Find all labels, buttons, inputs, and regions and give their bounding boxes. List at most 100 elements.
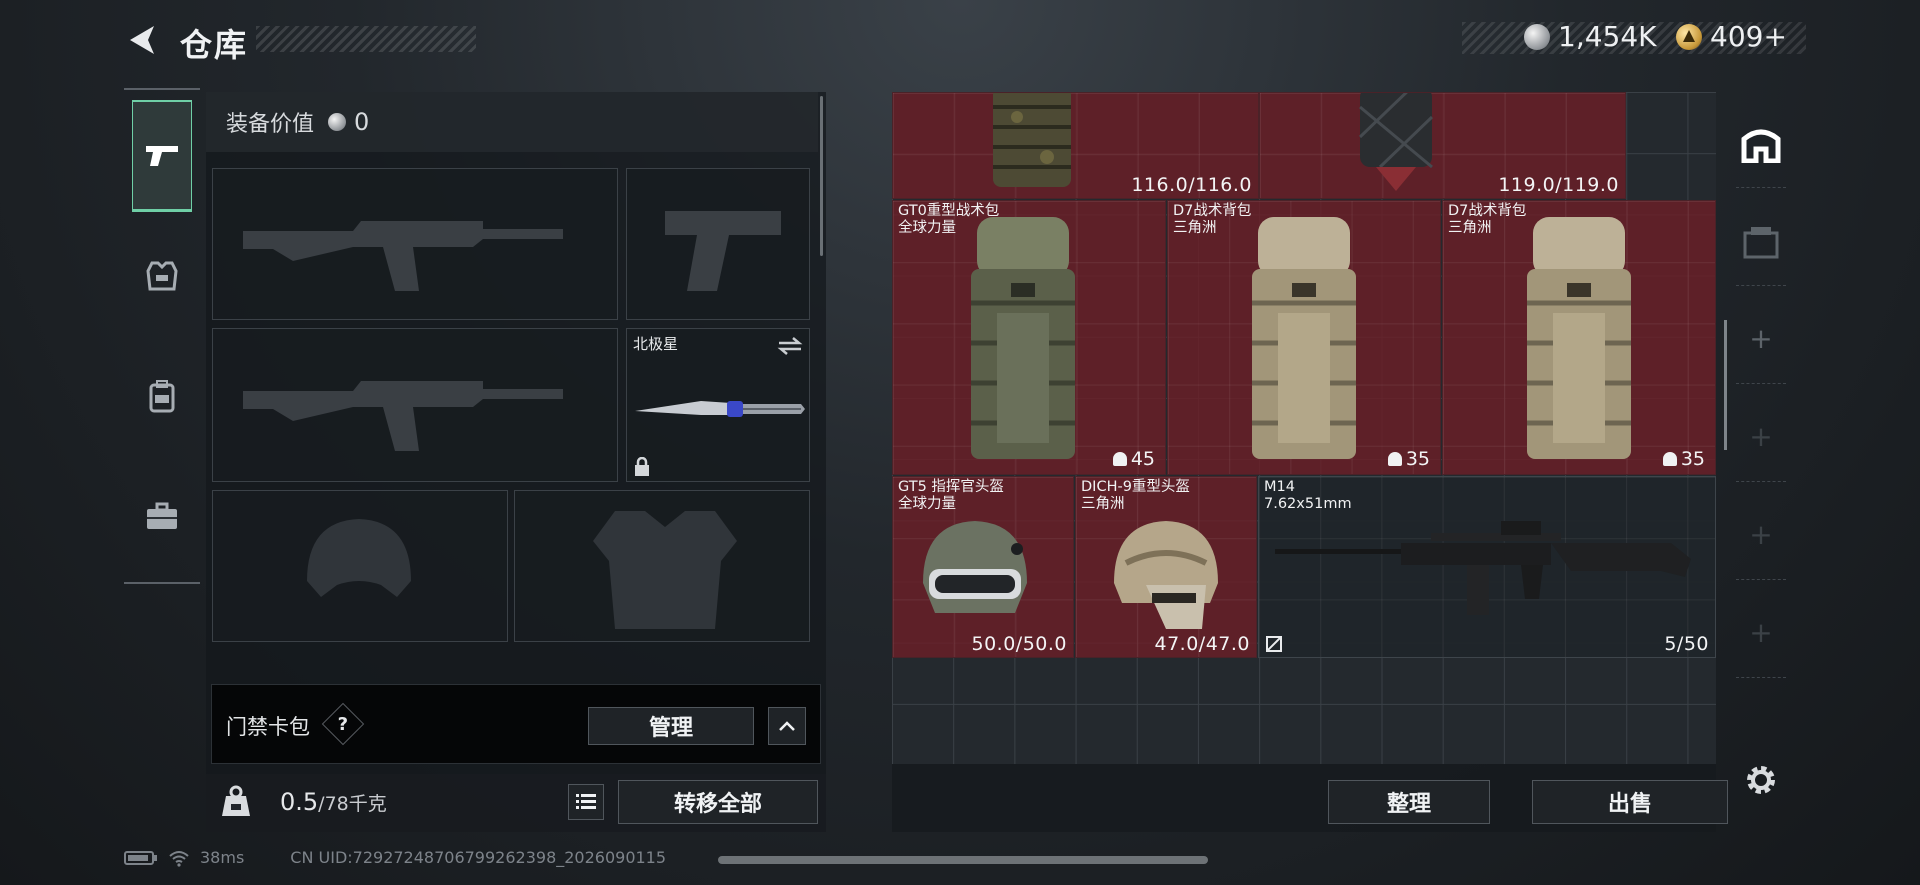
item-capacity: 35	[1662, 448, 1705, 470]
title-decoration	[256, 26, 476, 52]
vest-icon	[146, 261, 178, 291]
silver-coin-icon	[328, 113, 347, 131]
rail-add-page-2[interactable]: +	[1736, 392, 1786, 482]
no-mod-icon	[1266, 636, 1282, 652]
sort-button-label: 整理	[1386, 792, 1431, 817]
storage-item-d7-backpack-1[interactable]: D7战术背包 三角洲 35	[1167, 200, 1441, 475]
equipment-value: 装备价值 0	[206, 92, 818, 152]
user-uid: CN UID:72927248706799262398_2026090115	[290, 848, 667, 867]
rail-add-page-4[interactable]: +	[1736, 588, 1786, 678]
backpack-icon	[971, 217, 1075, 459]
plus-icon: +	[1749, 420, 1773, 453]
storage-item-gt0-backpack[interactable]: GT0重型战术包 全球力量 45	[892, 200, 1166, 475]
item-name: D7战术背包 三角洲	[1173, 203, 1252, 236]
category-tabs	[124, 88, 200, 584]
melee-item-name: 北极星	[633, 335, 679, 353]
body-armor-slot[interactable]	[514, 490, 810, 642]
wifi-icon	[169, 850, 189, 867]
storage-page-rail: + + + +	[1730, 92, 1792, 832]
knife-icon	[635, 401, 805, 417]
helmet-silhouette-icon	[307, 519, 411, 597]
rail-page-2[interactable]	[1736, 196, 1786, 286]
item-durability: 119.0/119.0	[1498, 174, 1619, 196]
storage-item-dich9-helmet[interactable]: DICH-9重型头盔 三角洲 47.0/47.0	[1075, 476, 1257, 658]
help-button[interactable]: ?	[321, 702, 365, 746]
battery-icon	[124, 850, 157, 865]
list-icon	[576, 794, 596, 809]
loadout-scrollbar[interactable]	[820, 96, 823, 256]
silver-coin-icon	[1524, 23, 1550, 50]
item-ammo: 5/50	[1664, 633, 1709, 655]
crate-icon	[1743, 226, 1779, 258]
backpack-icon	[1252, 217, 1356, 459]
plus-icon: +	[1749, 616, 1773, 649]
tab-case[interactable]	[132, 460, 192, 572]
pistol-icon	[146, 146, 178, 166]
helmet-icon	[1114, 521, 1218, 629]
back-arrow-icon	[130, 26, 154, 54]
melee-slot[interactable]: 北极星	[626, 328, 810, 482]
rail-add-page-3[interactable]: +	[1736, 490, 1786, 580]
storage-item-gt5-helmet[interactable]: GT5 指挥官头盔 全球力量 50.0/50.0	[892, 476, 1074, 658]
silver-currency[interactable]: 1,454K	[1524, 20, 1657, 53]
back-button[interactable]	[124, 20, 164, 60]
transfer-all-label: 转移全部	[673, 792, 762, 817]
tab-backpack[interactable]	[132, 340, 192, 452]
weight-bar: 0.5/78千克 转移全部	[206, 774, 826, 832]
rail-home[interactable]	[1736, 98, 1786, 188]
plus-icon: +	[1749, 322, 1773, 355]
backpack-icon	[1527, 217, 1631, 459]
equipment-value-label: 装备价值	[226, 112, 315, 137]
sell-button-label: 出售	[1607, 792, 1652, 817]
swap-icon	[777, 337, 803, 355]
manage-button[interactable]: 管理	[588, 707, 754, 745]
rail-add-page-1[interactable]: +	[1736, 294, 1786, 384]
helmet-capacity-icon	[1112, 452, 1127, 466]
tab-weapons[interactable]	[132, 100, 192, 212]
silver-currency-value: 1,454K	[1558, 20, 1657, 53]
storage-panel: 116.0/116.0 119.0/119.0 GT0重型战术包 全球力量 45…	[892, 92, 1728, 832]
storage-scrollbar[interactable]	[1724, 320, 1727, 450]
sidearm-slot[interactable]	[626, 168, 810, 320]
quilted-pouch-icon	[1358, 93, 1434, 191]
armor-silhouette-icon	[593, 511, 737, 629]
plus-icon: +	[1749, 518, 1773, 551]
sort-button[interactable]: 整理	[1328, 780, 1490, 824]
item-name: D7战术背包 三角洲	[1448, 203, 1527, 236]
storage-item-top-right[interactable]: 119.0/119.0	[1259, 92, 1626, 199]
rifle-icon	[1275, 521, 1691, 615]
gear-icon	[1747, 766, 1775, 794]
equipment-value-amount: 0	[354, 108, 370, 136]
manage-button-label: 管理	[648, 716, 693, 741]
item-capacity: 45	[1112, 448, 1155, 470]
camo-pouch-icon	[993, 93, 1071, 187]
list-view-button[interactable]	[568, 784, 604, 820]
pistol-silhouette-icon	[665, 211, 781, 291]
storage-grid[interactable]: 116.0/116.0 119.0/119.0 GT0重型战术包 全球力量 45…	[892, 92, 1716, 764]
helmet-icon	[923, 521, 1027, 613]
gold-currency-value: 409+	[1710, 20, 1787, 53]
storage-item-top-left[interactable]: 116.0/116.0	[892, 92, 1259, 199]
weight-icon	[222, 785, 250, 816]
sell-button[interactable]: 出售	[1532, 780, 1728, 824]
expand-button[interactable]	[768, 707, 806, 745]
keycard-bag-bar: 门禁卡包 ? 管理	[211, 684, 821, 764]
item-durability: 47.0/47.0	[1154, 633, 1250, 655]
storage-item-d7-backpack-2[interactable]: D7战术背包 三角洲 35	[1442, 200, 1716, 475]
lock-icon	[635, 457, 649, 476]
helmet-slot[interactable]	[212, 490, 508, 642]
settings-button[interactable]	[1736, 740, 1786, 820]
home-indicator[interactable]	[718, 856, 1208, 864]
ping-value: 38ms	[200, 848, 245, 867]
transfer-all-button[interactable]: 转移全部	[618, 780, 818, 824]
page-title: 仓库	[180, 26, 249, 64]
tab-armor[interactable]	[132, 220, 192, 332]
rifle-silhouette-icon	[243, 381, 563, 451]
secondary-weapon-slot[interactable]	[212, 328, 618, 482]
primary-weapon-slot[interactable]	[212, 168, 618, 320]
storage-item-m14-rifle[interactable]: M14 7.62x51mm 5/50	[1258, 476, 1716, 658]
gold-currency[interactable]: 409+	[1676, 20, 1787, 53]
weight-value: 0.5/78千克	[280, 788, 387, 816]
item-durability: 116.0/116.0	[1131, 174, 1252, 196]
chevron-up-icon	[779, 721, 795, 731]
